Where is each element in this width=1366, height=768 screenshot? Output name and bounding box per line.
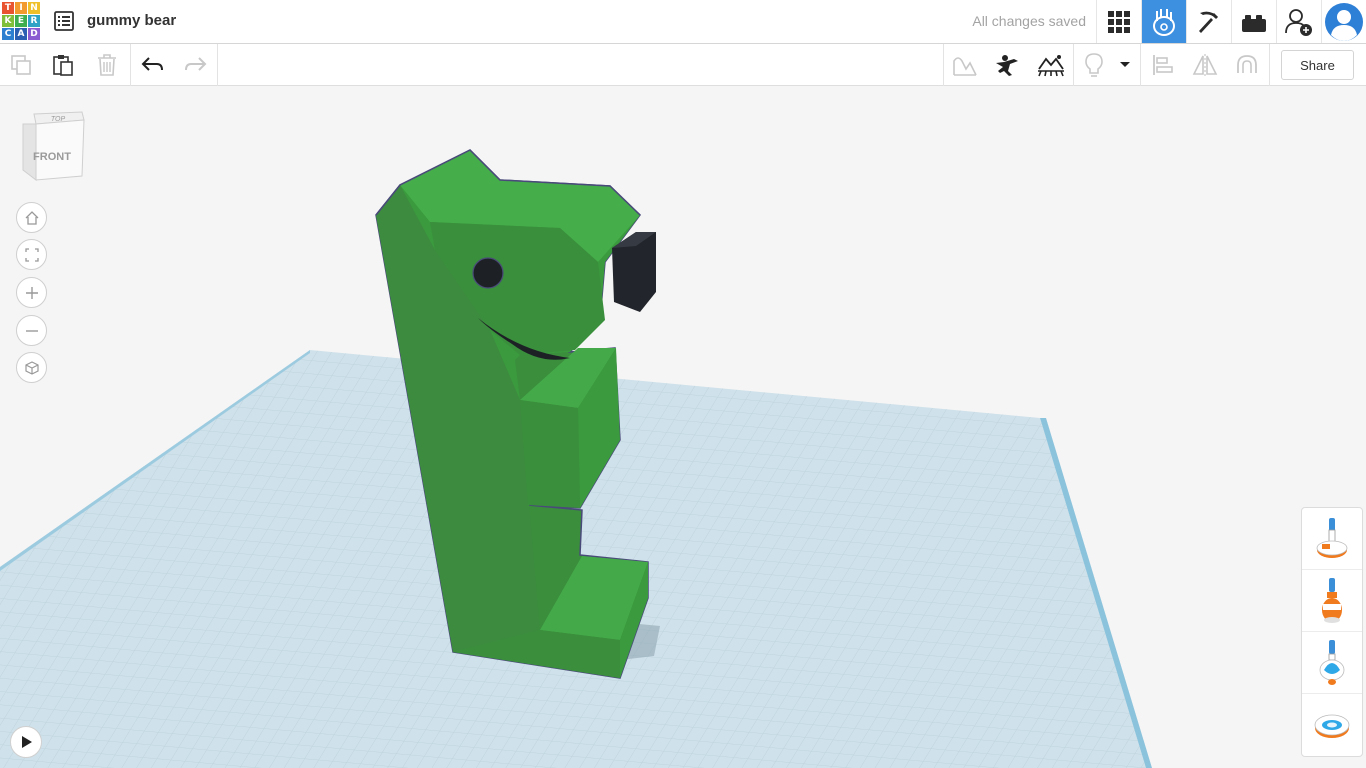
align-button[interactable]	[1142, 44, 1184, 86]
logo-letter: N	[28, 2, 40, 14]
view-cube[interactable]: TOP FRONT	[20, 110, 90, 186]
character-button[interactable]	[986, 44, 1028, 86]
scene-button[interactable]	[1030, 44, 1072, 86]
mirror-button[interactable]	[1184, 44, 1226, 86]
toolbar-separator	[1140, 44, 1141, 86]
minus-icon	[25, 329, 38, 332]
copy-icon	[11, 55, 31, 75]
fit-view-icon	[24, 247, 39, 262]
ring-shape-icon	[1314, 714, 1350, 738]
scene-icon	[1038, 55, 1064, 77]
paste-icon	[53, 55, 73, 76]
spinner-shape-icon	[1316, 517, 1348, 558]
design-list-icon[interactable]	[54, 11, 74, 31]
minecraft-pickaxe-icon[interactable]	[1186, 0, 1231, 43]
magnet-icon	[1237, 55, 1257, 73]
lego-brick-icon[interactable]	[1231, 0, 1276, 43]
shape-item-spinner-blue[interactable]	[1302, 632, 1362, 694]
toolbar-separator	[130, 44, 131, 86]
paste-button[interactable]	[42, 44, 84, 86]
undo-icon	[141, 57, 163, 71]
save-status: All changes saved	[972, 13, 1086, 29]
grid-view-icon[interactable]	[1096, 0, 1141, 43]
notes-dropdown[interactable]	[1106, 44, 1144, 86]
character-icon	[996, 55, 1018, 76]
cube-icon	[24, 360, 39, 375]
redo-icon	[185, 57, 207, 71]
delete-button[interactable]	[86, 44, 128, 86]
bear-nose[interactable]	[612, 232, 656, 312]
sim-shape-panel	[1301, 507, 1363, 757]
shape-item-ring[interactable]	[1302, 694, 1362, 756]
zoom-out-button[interactable]	[16, 315, 47, 346]
shape-item-spinner-orange[interactable]	[1302, 570, 1362, 632]
logo-letter: E	[15, 15, 27, 27]
cruise-button[interactable]	[944, 44, 986, 86]
redo-button[interactable]	[174, 44, 216, 86]
cruise-magnet-button[interactable]	[1226, 44, 1268, 86]
top-bar: TIN KER CAD gummy bear All changes saved	[0, 0, 1366, 44]
view-cube-front-label: FRONT	[33, 151, 71, 163]
toolbar-separator	[1269, 44, 1270, 86]
workplane-scene[interactable]	[0, 86, 1366, 768]
cruise-icon	[953, 57, 977, 76]
logo-letter: A	[15, 28, 27, 40]
plus-icon	[25, 286, 38, 299]
logo-letter: C	[2, 28, 14, 40]
design-title[interactable]: gummy bear	[87, 12, 176, 29]
home-icon	[25, 210, 38, 225]
lightbulb-icon	[1085, 53, 1103, 77]
invite-user-icon[interactable]	[1276, 0, 1321, 43]
play-simulation-button[interactable]	[10, 726, 42, 758]
play-icon	[22, 736, 32, 748]
logo-letter: R	[28, 15, 40, 27]
shape-item-spinner-white[interactable]	[1302, 508, 1362, 570]
trash-icon	[98, 54, 116, 76]
align-icon	[1153, 55, 1173, 75]
toolbar: Share	[0, 44, 1366, 86]
sim-lab-icon[interactable]	[1141, 0, 1186, 43]
user-avatar-icon[interactable]	[1321, 0, 1366, 43]
logo-letter: T	[2, 2, 14, 14]
home-view-button[interactable]	[16, 202, 47, 233]
top-right-icons	[1096, 0, 1366, 43]
spinner-shape-icon	[1322, 577, 1342, 623]
mirror-icon	[1192, 54, 1218, 76]
view-cube-top-label: TOP	[51, 116, 66, 123]
share-button[interactable]: Share	[1281, 50, 1354, 80]
zoom-in-button[interactable]	[16, 277, 47, 308]
spinner-shape-icon	[1319, 639, 1345, 685]
toolbar-separator	[217, 44, 218, 86]
chevron-down-icon	[1120, 62, 1130, 67]
bear-eye[interactable]	[472, 257, 504, 289]
logo-letter: D	[28, 28, 40, 40]
logo-letter: I	[15, 2, 27, 14]
logo-letter: K	[2, 15, 14, 27]
copy-button[interactable]	[0, 44, 42, 86]
tinkercad-logo[interactable]: TIN KER CAD	[2, 2, 42, 41]
undo-button[interactable]	[132, 44, 174, 86]
tinkercad-editor: TIN KER CAD gummy bear All changes saved S…	[0, 0, 1366, 768]
fit-view-button[interactable]	[16, 239, 47, 270]
perspective-button[interactable]	[16, 352, 47, 383]
